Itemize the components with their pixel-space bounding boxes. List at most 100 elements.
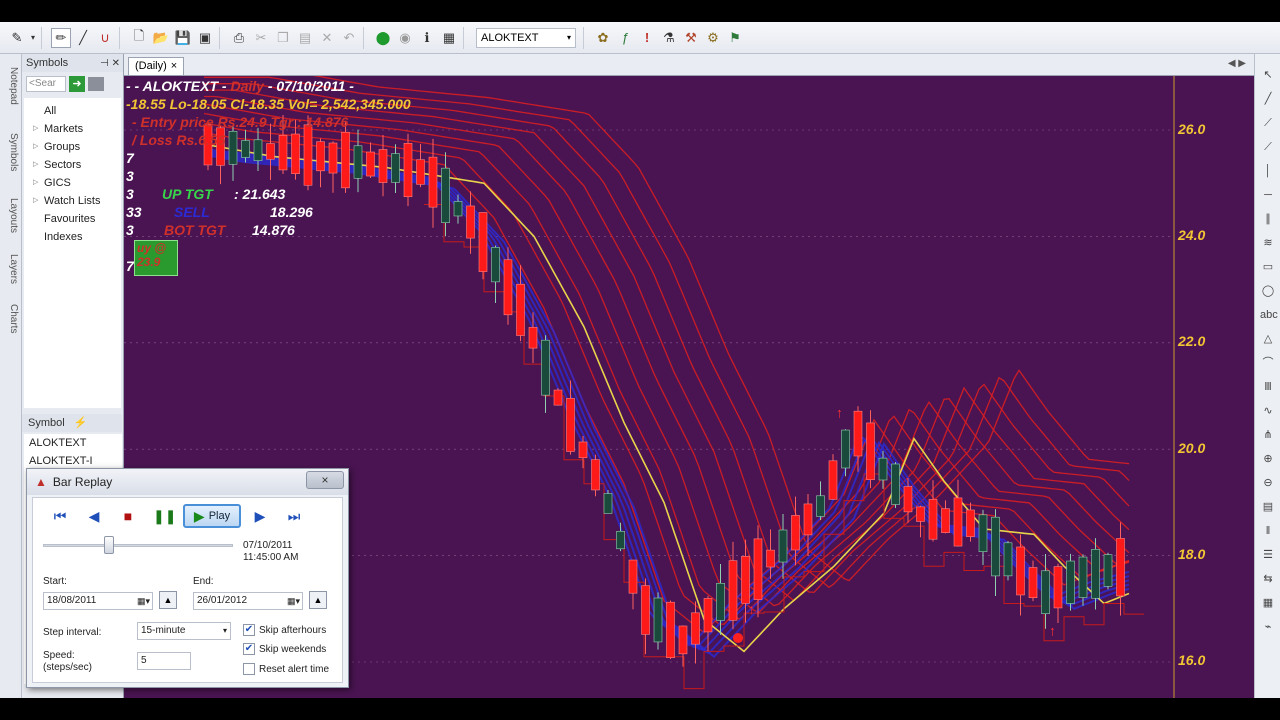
- alert-icon[interactable]: !: [637, 28, 657, 48]
- stop-square-icon[interactable]: ■: [119, 506, 137, 526]
- calendar-icon[interactable]: ▦: [439, 28, 459, 48]
- filter-icon[interactable]: [88, 77, 104, 91]
- new-document-icon[interactable]: 🗋: [129, 28, 149, 48]
- bar-replay-title-bar[interactable]: ▲ Bar Replay ×: [27, 469, 348, 495]
- columns-icon[interactable]: ‖: [1260, 524, 1276, 538]
- rectangle-icon[interactable]: ▭: [1260, 260, 1276, 274]
- expand-arrow-icon[interactable]: ▷: [33, 174, 38, 192]
- extended-line-icon[interactable]: ⟋: [1260, 140, 1276, 154]
- skip-to-start-icon[interactable]: ⏮: [49, 506, 71, 526]
- open-folder-icon[interactable]: 📂: [151, 28, 171, 48]
- gear-icon[interactable]: ✿: [593, 28, 613, 48]
- start-date-input[interactable]: 18/08/2011 ▦▾: [43, 592, 153, 610]
- compress-icon[interactable]: ⇆: [1260, 572, 1276, 586]
- symbol-combo[interactable]: ALOKTEXT ▾: [476, 27, 576, 48]
- text-icon[interactable]: abc: [1260, 308, 1278, 322]
- wave-icon[interactable]: ∿: [1260, 404, 1276, 418]
- stop-icon[interactable]: ◉: [395, 28, 415, 48]
- wrench-icon[interactable]: ⚙: [703, 28, 723, 48]
- info-icon[interactable]: ℹ: [417, 28, 437, 48]
- dropdown-arrow-icon[interactable]: ▾: [29, 28, 37, 48]
- horizontal-line-icon[interactable]: ─: [1260, 188, 1276, 202]
- pen-color-icon[interactable]: ✎: [7, 28, 27, 48]
- skip-weekends-checkbox[interactable]: ✔: [243, 643, 255, 655]
- tree-item-groups[interactable]: ▷ Groups: [24, 138, 121, 156]
- delete-icon[interactable]: ✕: [317, 28, 337, 48]
- tab-scroll-arrows-icon[interactable]: ◀ ▶: [1228, 58, 1246, 69]
- fibonacci-icon[interactable]: Ⅲ: [1260, 380, 1276, 394]
- copy-icon[interactable]: ❐: [273, 28, 293, 48]
- flag-icon[interactable]: ⚑: [725, 28, 745, 48]
- undo-icon[interactable]: ↶: [339, 28, 359, 48]
- zoom-in-icon[interactable]: ⊕: [1260, 452, 1276, 466]
- trendline-icon[interactable]: ╱: [1260, 92, 1276, 106]
- expand-arrow-icon[interactable]: ▷: [33, 192, 38, 210]
- pitchfork-icon[interactable]: ⋔: [1260, 428, 1276, 442]
- hammer-icon[interactable]: ⚒: [681, 28, 701, 48]
- draw-pencil-icon[interactable]: ✏: [51, 27, 71, 48]
- tree-item-watch-lists[interactable]: ▷ Watch Lists: [24, 192, 121, 210]
- end-spin-button[interactable]: ▲: [309, 591, 327, 609]
- ray-icon[interactable]: ⟋: [1260, 116, 1276, 130]
- tree-item-favourites[interactable]: Favourites: [24, 210, 121, 228]
- symbol-search-input[interactable]: <Sear: [26, 76, 66, 92]
- expand-arrow-icon[interactable]: ▷: [33, 120, 38, 138]
- rail-tab-symbols[interactable]: Symbols: [3, 124, 19, 180]
- tree-item-gics[interactable]: ▷ GICS: [24, 174, 121, 192]
- line-tool-icon[interactable]: ╱: [73, 28, 93, 48]
- rail-tab-charts[interactable]: Charts: [3, 296, 19, 342]
- tree-item-indexes[interactable]: Indexes: [24, 228, 121, 246]
- tree-item-markets[interactable]: ▷ Markets: [24, 120, 121, 138]
- skip-to-end-icon[interactable]: ⏭: [283, 506, 305, 526]
- chart-mini-icon[interactable]: ⌁: [1260, 620, 1276, 634]
- channel-icon[interactable]: ≋: [1260, 236, 1276, 250]
- start-spin-button[interactable]: ▲: [159, 591, 177, 609]
- replay-slider-thumb[interactable]: [103, 536, 114, 554]
- arc-icon[interactable]: ⌒: [1260, 356, 1276, 370]
- rail-tab-notepad[interactable]: Notepad: [3, 58, 19, 114]
- speed-input[interactable]: 5: [137, 652, 191, 670]
- end-date-input[interactable]: 26/01/2012 ▦▾: [193, 592, 303, 610]
- analysis-icon[interactable]: ⚗: [659, 28, 679, 48]
- zoom-out-icon[interactable]: ⊖: [1260, 476, 1276, 490]
- expand-arrow-icon[interactable]: ▷: [33, 138, 38, 156]
- grid-icon[interactable]: ▤: [1260, 500, 1276, 514]
- ellipse-icon[interactable]: ◯: [1260, 284, 1276, 298]
- vertical-line-icon[interactable]: │: [1260, 164, 1276, 178]
- go-forward-icon[interactable]: ⬤: [373, 28, 393, 48]
- rail-tab-layers[interactable]: Layers: [3, 246, 19, 292]
- magnet-icon[interactable]: ∪: [95, 28, 115, 48]
- cursor-arrow-icon[interactable]: ↖: [1260, 68, 1276, 82]
- tree-item-sectors[interactable]: ▷ Sectors: [24, 156, 121, 174]
- triangle-icon[interactable]: △: [1260, 332, 1276, 346]
- close-icon[interactable]: ×: [171, 58, 177, 75]
- symbol-list-item[interactable]: ALOKTEXT: [24, 434, 122, 452]
- panel-pin-close-icon[interactable]: ⊣ ✕: [100, 58, 120, 69]
- candle-body: [816, 495, 825, 517]
- go-arrow-icon[interactable]: ➜: [69, 76, 85, 92]
- save-icon[interactable]: 💾: [173, 28, 193, 48]
- step-interval-select[interactable]: 15-minute ▾: [137, 622, 231, 640]
- pause-icon[interactable]: ❚❚: [153, 506, 176, 526]
- expand-arrow-icon[interactable]: ▷: [33, 156, 38, 174]
- skip-afterhours-checkbox[interactable]: ✔: [243, 624, 255, 636]
- tree-item-all[interactable]: All: [24, 102, 121, 120]
- symbol-list-header[interactable]: Symbol ⚡: [22, 414, 122, 432]
- chevron-down-icon: ▾: [566, 33, 571, 42]
- play-button[interactable]: ▶ Play: [183, 504, 241, 528]
- bar-replay-close-button[interactable]: ×: [306, 471, 344, 489]
- table-icon[interactable]: ▦: [1260, 596, 1276, 610]
- replay-slider-track[interactable]: [43, 544, 233, 547]
- formula-icon[interactable]: ƒ: [615, 28, 635, 48]
- cut-icon[interactable]: ✂: [251, 28, 271, 48]
- list-icon[interactable]: ☰: [1260, 548, 1276, 562]
- paste-icon[interactable]: ▤: [295, 28, 315, 48]
- print-icon[interactable]: ⎙: [229, 28, 249, 48]
- step-back-icon[interactable]: ◀: [85, 506, 103, 526]
- step-forward-icon[interactable]: ▶: [251, 506, 269, 526]
- rail-tab-layouts[interactable]: Layouts: [3, 188, 19, 244]
- save-all-icon[interactable]: ▣: [195, 28, 215, 48]
- tab-daily-chart[interactable]: (Daily) ×: [128, 57, 185, 75]
- parallel-lines-icon[interactable]: ∥: [1260, 212, 1276, 226]
- reset-alert-checkbox[interactable]: [243, 663, 255, 675]
